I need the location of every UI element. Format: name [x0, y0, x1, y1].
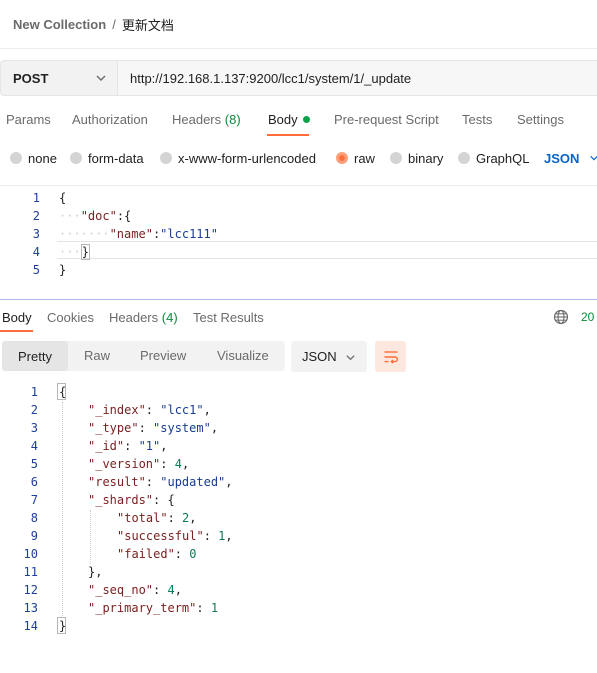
tab-body[interactable]: Body — [268, 112, 310, 132]
url-input[interactable]: http://192.168.1.137:9200/lcc1/system/1/… — [117, 60, 597, 96]
radio-dot — [70, 152, 82, 164]
code-line: "failed": 0 — [117, 547, 197, 561]
response-tab-test-results[interactable]: Test Results — [193, 310, 264, 328]
code-line: ···} — [59, 244, 90, 260]
wrap-lines-icon[interactable] — [375, 341, 406, 372]
line-number: 7 — [30, 493, 38, 507]
code-line: "total": 2, — [117, 511, 197, 525]
line-number: 3 — [32, 227, 40, 241]
radio-binary[interactable]: binary — [390, 151, 443, 166]
line-number: 11 — [23, 565, 38, 579]
line-number: 1 — [30, 385, 38, 399]
code-line: "_index": "lcc1", — [88, 403, 211, 417]
globe-icon[interactable] — [553, 309, 569, 325]
code-line: "_seq_no": 4, — [88, 583, 182, 597]
radio-dot — [458, 152, 470, 164]
code-line: "successful": 1, — [117, 529, 233, 543]
tab-pre-request-script[interactable]: Pre-request Script — [334, 112, 439, 132]
code-line: "_shards": { — [88, 493, 175, 507]
view-visualize-button[interactable]: Visualize — [217, 348, 269, 363]
code-line: ···"doc":{ — [59, 209, 132, 223]
view-raw-button[interactable]: Raw — [84, 348, 110, 363]
line-number: 9 — [30, 529, 38, 543]
chevron-down-icon — [95, 72, 107, 87]
code-line: "_primary_term": 1 — [88, 601, 219, 615]
line-number: 2 — [30, 403, 38, 417]
line-number: 5 — [30, 457, 38, 471]
header-divider — [0, 48, 597, 49]
request-title[interactable]: 更新文档 — [122, 15, 174, 34]
breadcrumb: New Collection / 更新文档 — [13, 14, 174, 34]
chevron-down-icon — [583, 151, 597, 166]
radio-raw[interactable]: raw — [336, 151, 375, 166]
headers-count: (8) — [224, 112, 241, 127]
line-number: 6 — [30, 475, 38, 489]
line-number: 1 — [32, 191, 40, 205]
code-line: { — [59, 191, 67, 205]
code-line: { — [59, 385, 67, 399]
tab-settings[interactable]: Settings — [517, 112, 564, 132]
active-tab-indicator — [0, 330, 33, 332]
method-select[interactable]: POST — [0, 60, 117, 96]
tab-tests[interactable]: Tests — [462, 112, 492, 132]
radio-none[interactable]: none — [10, 151, 57, 166]
radio-dot-selected — [336, 152, 348, 164]
radio-graphql[interactable]: GraphQL — [458, 151, 529, 166]
response-status: 20 — [581, 310, 595, 324]
url-text: http://192.168.1.137:9200/lcc1/system/1/… — [130, 70, 412, 86]
line-number: 8 — [30, 511, 38, 525]
code-line: "result": "updated", — [88, 475, 233, 489]
line-number: 4 — [30, 439, 38, 453]
code-line: } — [59, 619, 67, 633]
code-line: "_id": "1", — [88, 439, 168, 453]
code-line: }, — [88, 565, 103, 579]
radio-form-data[interactable]: form-data — [70, 151, 144, 166]
radio-dot — [160, 152, 172, 164]
indent-guide — [62, 402, 63, 618]
view-pretty-button[interactable]: Pretty — [2, 341, 68, 371]
response-format-select[interactable]: JSON — [291, 341, 367, 372]
body-indicator-dot — [302, 116, 310, 123]
code-line: "_version": 4, — [88, 457, 190, 471]
headers-count: (4) — [161, 310, 178, 325]
pane-resize-handle[interactable] — [0, 299, 597, 300]
view-preview-button[interactable]: Preview — [140, 348, 186, 363]
response-tab-headers[interactable]: Headers (4) — [109, 310, 178, 328]
active-tab-indicator — [267, 134, 309, 136]
line-number: 12 — [23, 583, 38, 597]
line-number: 14 — [23, 619, 38, 633]
tab-authorization[interactable]: Authorization — [72, 112, 148, 132]
line-number: 2 — [32, 209, 40, 223]
line-number: 5 — [32, 263, 40, 277]
response-tab-cookies[interactable]: Cookies — [47, 310, 94, 328]
line-number: 3 — [30, 421, 38, 435]
code-line: ·······"name":"lcc111" — [59, 227, 218, 241]
active-line-highlight — [57, 241, 597, 259]
radio-dot — [10, 152, 22, 164]
code-line: "_type": "system", — [88, 421, 219, 435]
line-number: 10 — [23, 547, 38, 561]
breadcrumb-separator: / — [112, 16, 116, 32]
line-number: 4 — [32, 245, 40, 259]
line-number: 13 — [23, 601, 38, 615]
raw-language-select[interactable]: JSON — [544, 151, 597, 166]
tab-params[interactable]: Params — [6, 112, 51, 132]
code-line: } — [59, 263, 67, 277]
radio-x-www-form-urlencoded[interactable]: x-www-form-urlencoded — [160, 151, 316, 166]
tab-headers[interactable]: Headers (8) — [172, 112, 241, 132]
breadcrumb-collection[interactable]: New Collection — [13, 17, 106, 32]
method-label: POST — [13, 70, 49, 86]
radio-dot — [390, 152, 402, 164]
chevron-down-icon — [345, 351, 356, 366]
response-tab-body[interactable]: Body — [2, 310, 32, 328]
indent-guide — [90, 510, 91, 564]
